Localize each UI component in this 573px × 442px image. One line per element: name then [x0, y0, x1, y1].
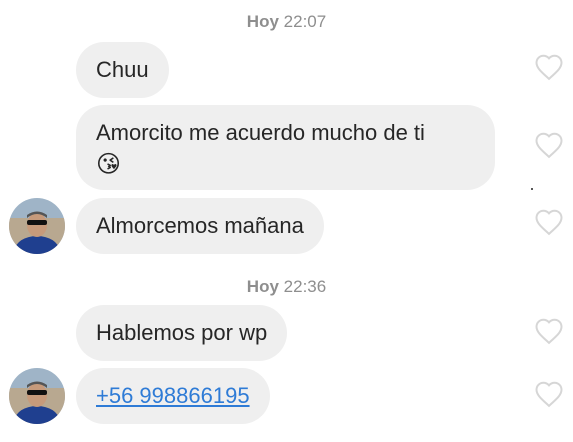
message-bubble[interactable]: Almorcemos mañana: [76, 198, 324, 254]
heart-outline-icon[interactable]: [534, 380, 564, 408]
phone-link[interactable]: +56 998866195: [96, 383, 250, 408]
avatar-photo: [9, 198, 65, 254]
chat-thread: Hoy 22:07 Chuu Amorcito me acuerdo mucho…: [0, 0, 573, 442]
message-text: Hablemos por wp: [96, 320, 268, 345]
heart-outline-icon[interactable]: [534, 208, 564, 236]
message-bubble[interactable]: Amorcito me acuerdo mucho de ti 😘: [76, 105, 495, 190]
heart-outline-icon[interactable]: [534, 53, 564, 81]
timestamp-time: 22:07: [283, 12, 327, 31]
avatar[interactable]: [9, 368, 65, 424]
heart-outline-icon[interactable]: [534, 317, 564, 345]
avatar-photo: [9, 368, 65, 424]
heart-outline-icon[interactable]: [534, 131, 564, 159]
timestamp-day: Hoy: [246, 277, 279, 296]
message-text: Chuu: [96, 57, 149, 82]
message-bubble[interactable]: Hablemos por wp: [76, 305, 288, 361]
message-text: Almorcemos mañana: [96, 213, 304, 238]
timestamp-divider: Hoy 22:36: [0, 277, 573, 297]
stray-dot: [531, 188, 533, 190]
message-bubble[interactable]: Chuu: [76, 42, 169, 98]
avatar[interactable]: [9, 198, 65, 254]
timestamp-day: Hoy: [246, 12, 279, 31]
timestamp-time: 22:36: [283, 277, 327, 296]
message-bubble[interactable]: +56 998866195: [76, 368, 270, 424]
message-text: Amorcito me acuerdo mucho de ti: [96, 120, 425, 145]
emoji-face-blowing-kiss: 😘: [96, 151, 122, 178]
timestamp-divider: Hoy 22:07: [0, 12, 573, 32]
